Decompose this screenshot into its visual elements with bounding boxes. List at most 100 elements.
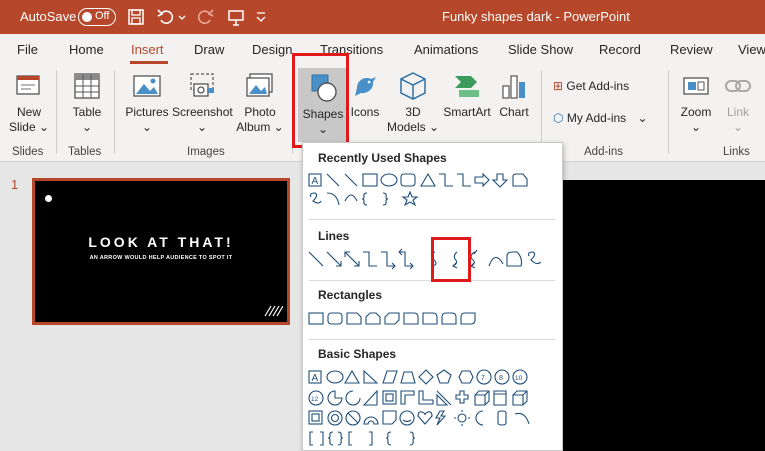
freeform-shape-icon[interactable] (309, 192, 322, 204)
snip-diagonal-rectangle-shape-icon[interactable] (384, 312, 400, 325)
tab-design[interactable]: Design (252, 42, 292, 57)
curve-shape-icon[interactable] (488, 256, 504, 267)
oval-shape-icon[interactable] (380, 173, 398, 187)
tab-record[interactable]: Record (599, 42, 641, 57)
line-shape-icon[interactable] (344, 173, 358, 187)
rectangle-shape-icon[interactable] (308, 312, 324, 325)
left-brace-shape-icon[interactable] (361, 192, 368, 206)
tab-slide-show[interactable]: Slide Show (508, 42, 573, 57)
line-arrow-shape-icon[interactable] (326, 251, 342, 267)
rounded-rectangle-shape-icon[interactable] (400, 173, 416, 187)
donut-shape-icon[interactable] (327, 410, 343, 426)
text-box-shape-icon[interactable]: A (308, 173, 322, 187)
get-addins-button[interactable]: ⊞ Get Add-ins (553, 79, 629, 93)
right-triangle-shape-icon[interactable] (363, 369, 379, 384)
scribble-shape-icon[interactable] (527, 251, 542, 265)
dodecagon-shape-icon[interactable]: 12 (308, 390, 324, 406)
my-addins-button[interactable]: ⬡ My Add-ins ⌄ (553, 111, 648, 125)
pictures-button[interactable]: Pictures ⌄ (124, 70, 170, 135)
save-icon[interactable] (126, 7, 146, 27)
elbow-connector-shape-icon[interactable] (439, 173, 453, 187)
tab-home[interactable]: Home (69, 42, 104, 57)
text-box-shape-icon[interactable]: A (308, 370, 322, 384)
cross-shape-icon[interactable] (455, 390, 469, 404)
icons-button[interactable]: Icons (348, 70, 382, 120)
left-brace-shape-icon[interactable] (385, 431, 392, 446)
rectangles-grid[interactable] (307, 309, 559, 329)
elbow-connector-shape-icon[interactable] (457, 173, 471, 187)
can-shape-icon[interactable] (493, 390, 507, 406)
tab-animations[interactable]: Animations (414, 42, 478, 57)
basic-shapes-grid[interactable]: A 7 8 10 12 (307, 367, 559, 449)
undo-icon[interactable] (156, 7, 176, 27)
teardrop-shape-icon[interactable] (362, 389, 378, 406)
undo-dropdown-icon[interactable] (177, 7, 187, 27)
elbow-arrow-connector-shape-icon[interactable] (381, 251, 396, 270)
table-button[interactable]: Table ⌄ (68, 70, 106, 135)
bevel-shape-icon[interactable] (308, 410, 323, 425)
screenshot-button[interactable]: Screenshot ⌄ (172, 70, 233, 135)
photo-album-button[interactable]: Photo Album ⌄ (236, 70, 284, 135)
right-arrow-shape-icon[interactable] (474, 172, 490, 188)
tab-view[interactable]: View (738, 42, 765, 57)
presentation-icon[interactable] (226, 7, 246, 27)
redo-icon[interactable] (195, 7, 215, 27)
right-brace-shape-icon[interactable] (409, 431, 416, 446)
tab-insert[interactable]: Insert (131, 42, 164, 57)
triangle-shape-icon[interactable] (344, 369, 360, 384)
heptagon-shape-icon[interactable]: 7 (476, 369, 492, 385)
curved-double-arrow-connector-shape-icon[interactable] (470, 249, 478, 269)
slide-thumbnail[interactable]: LOOK AT THAT! AN ARROW WOULD HELP AUDIEN… (32, 178, 290, 325)
diamond-shape-icon[interactable] (418, 369, 434, 385)
elbow-double-arrow-connector-shape-icon[interactable] (398, 248, 414, 270)
3d-models-button[interactable]: 3D Models ⌄ (386, 70, 440, 135)
line-shape-icon[interactable] (308, 251, 324, 267)
round-same-side-rectangle-shape-icon[interactable] (441, 312, 457, 325)
rounded-rectangle-shape-icon[interactable] (327, 312, 343, 325)
oval-shape-icon[interactable] (326, 370, 344, 384)
rectangle-shape-icon[interactable] (362, 173, 378, 187)
arc-shape-icon[interactable] (514, 412, 530, 425)
hexagon-shape-icon[interactable] (458, 370, 474, 384)
snip-corner-rectangle-shape-icon[interactable] (346, 312, 362, 325)
line-shape-icon[interactable] (326, 173, 340, 187)
diagonal-stripe-shape-icon[interactable] (436, 390, 452, 406)
double-arrow-line-shape-icon[interactable] (344, 251, 360, 267)
block-arc-shape-icon[interactable] (363, 416, 379, 425)
smartart-button[interactable]: SmartArt (440, 70, 494, 120)
decagon-shape-icon[interactable]: 10 (512, 369, 528, 385)
lightning-bolt-shape-icon[interactable] (435, 410, 447, 426)
round-corner-rectangle-shape-icon[interactable] (422, 312, 438, 325)
smiley-face-shape-icon[interactable] (399, 410, 415, 426)
freeform-shape-icon[interactable] (506, 251, 523, 267)
chart-button[interactable]: Chart (496, 70, 532, 120)
right-brace-shape-icon[interactable] (382, 192, 389, 206)
curve-shape-icon[interactable] (344, 194, 358, 202)
recent-shapes-grid[interactable]: A (307, 171, 559, 211)
link-button[interactable]: Link ⌄ (720, 70, 756, 135)
triangle-shape-icon[interactable] (420, 172, 436, 187)
zoom-button[interactable]: Zoom ⌄ (676, 70, 716, 135)
new-slide-button[interactable]: New Slide ⌄ (8, 70, 50, 135)
frame-shape-icon[interactable] (382, 390, 397, 405)
moon-shape-icon[interactable] (475, 410, 484, 426)
half-frame-shape-icon[interactable] (400, 390, 415, 405)
plaque-shape-icon[interactable] (474, 390, 490, 406)
tab-draw[interactable]: Draw (194, 42, 224, 57)
chord-shape-icon[interactable] (345, 390, 361, 406)
snip-same-side-rectangle-shape-icon[interactable] (365, 312, 381, 325)
snip-round-rectangle-shape-icon[interactable] (403, 312, 419, 325)
autosave-toggle[interactable]: Off (78, 8, 116, 26)
flowchart-shape-icon[interactable] (512, 173, 528, 187)
folded-corner-shape-icon[interactable] (382, 410, 397, 425)
trapezoid-shape-icon[interactable] (400, 371, 416, 384)
tab-review[interactable]: Review (670, 42, 713, 57)
star-shape-icon[interactable] (401, 190, 419, 207)
tab-file[interactable]: File (17, 42, 38, 57)
customize-toolbar-icon[interactable] (254, 7, 268, 27)
cube-shape-icon[interactable] (512, 390, 528, 406)
right-bracket-shape-icon[interactable] (369, 431, 373, 446)
octagon-shape-icon[interactable]: 8 (494, 369, 510, 385)
elbow-connector-shape-icon[interactable] (363, 251, 377, 267)
down-arrow-shape-icon[interactable] (491, 173, 509, 188)
